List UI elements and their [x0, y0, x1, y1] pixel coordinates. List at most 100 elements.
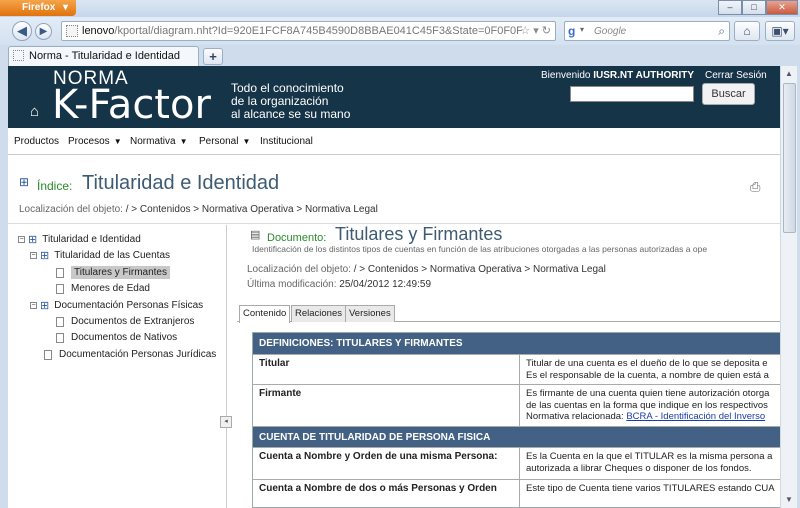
maximize-button[interactable]: □: [742, 0, 766, 15]
back-button[interactable]: ◀: [12, 21, 32, 41]
caret-down-icon: ▼: [242, 137, 251, 146]
site-search-input[interactable]: [570, 86, 694, 102]
home-button[interactable]: ⌂: [734, 21, 760, 41]
home-icon[interactable]: ⌂: [30, 103, 39, 120]
vertical-scrollbar[interactable]: ▲ ▼: [780, 66, 797, 508]
firefox-menu-button[interactable]: Firefox ▾: [0, 0, 76, 16]
url-bar[interactable]: lenovo/kportal/diagram.nht?Id=920E1FCF8A…: [61, 21, 556, 41]
search-icon[interactable]: ⌕: [718, 24, 725, 39]
related-link[interactable]: BCRA - Identificación del Inverso: [626, 411, 765, 422]
bookmarks-menu-button[interactable]: ▣▾: [765, 21, 795, 41]
tree-node[interactable]: Menores de Edad: [56, 283, 150, 294]
folder-tree-icon: ⊞: [40, 300, 50, 312]
menu-label: Normativa: [130, 136, 176, 147]
menu-label: Productos: [14, 136, 60, 147]
row-text-line: Es firmante de una cuenta quien tiene au…: [526, 388, 770, 399]
close-window-button[interactable]: ✕: [766, 0, 798, 15]
menu-label: Personal: [199, 136, 239, 147]
breadcrumb-path[interactable]: / > Contenidos > Normativa Operativa > N…: [126, 204, 378, 215]
table-row: Firmante Es firmante de una cuenta quien…: [253, 384, 780, 426]
row-text: Este tipo de Cuenta tiene varios TITULAR…: [519, 480, 780, 507]
tree-node[interactable]: − ⊞ Documentación Personas Físicas: [30, 299, 203, 312]
last-modified-value: 25/04/2012 12:49:59: [339, 279, 432, 290]
tab-current[interactable]: Norma - Titularidad e Identidad: [8, 46, 199, 66]
document-label: Documento:: [267, 232, 327, 244]
related-label: Normativa relacionada:: [526, 411, 624, 422]
document-breadcrumb: Localización del objeto: / > Contenidos …: [247, 264, 606, 275]
tree-node-selected[interactable]: Titulares y Firmantes: [56, 266, 170, 279]
welcome-label: Bienvenido: [541, 70, 591, 81]
row-text-line: de las cuentas en la forma que indique e…: [526, 399, 768, 411]
scrollbar-thumb[interactable]: [783, 83, 796, 233]
tab-contenido[interactable]: Contenido: [239, 305, 291, 323]
row-text: Es firmante de una cuenta quien tiene au…: [519, 385, 780, 426]
breadcrumb-label: Localización del objeto:: [19, 204, 123, 215]
window-titlebar: Firefox ▾ – □ ✕: [0, 0, 800, 17]
tab-relaciones[interactable]: Relaciones: [291, 305, 346, 322]
url-path: /kportal/diagram.nht?Id=920E1FCF8A745B45…: [114, 25, 522, 37]
site-header: NORMA K-Factor ⌂ Todo el conocimiento de…: [8, 66, 780, 128]
tree-node-label: Titularidad de las Cuentas: [54, 250, 171, 261]
bookmark-star-icon[interactable]: ☆ ▾ ↻: [520, 24, 551, 37]
print-icon[interactable]: ⎙: [750, 179, 760, 195]
tree-node[interactable]: Documentación Personas Jurídicas: [44, 349, 216, 360]
menu-label: Institucional: [260, 136, 313, 147]
tab-title: Norma - Titularidad e Identidad: [29, 50, 181, 62]
tagline: Todo el conocimiento de la organización …: [231, 82, 431, 121]
row-text: Titular de una cuenta es el dueño de lo …: [519, 355, 780, 384]
row-label: Titular: [259, 358, 290, 369]
search-placeholder: Google: [594, 26, 627, 37]
section-header: CUENTA DE TITULARIDAD DE PERSONA FISICA: [253, 426, 780, 447]
bookmarks-icon: ▣▾: [771, 24, 789, 38]
menu-item-personal[interactable]: Personal ▼: [199, 136, 250, 147]
tree-node-label: Documentación Personas Jurídicas: [59, 349, 217, 360]
forward-arrow-icon: ▶: [39, 26, 48, 37]
tab-versiones[interactable]: Versiones: [345, 305, 395, 322]
document-icon: [44, 349, 52, 360]
tab-bar: Norma - Titularidad e Identidad +: [0, 45, 800, 66]
scroll-up-icon[interactable]: ▲: [781, 66, 797, 82]
document-icon: ▤: [250, 229, 261, 241]
back-arrow-icon: ◀: [17, 23, 27, 38]
row-text-line: Es la Cuenta en la que el TITULAR es la …: [526, 451, 773, 462]
menu-item-institucional[interactable]: Institucional: [260, 136, 313, 147]
menu-label: Procesos: [68, 136, 110, 147]
logout-link[interactable]: Cerrar Sesión: [705, 70, 767, 81]
tree-node-label: Documentación Personas Físicas: [54, 300, 204, 311]
content-table: DEFINICIONES: TITULARES Y FIRMANTES Titu…: [252, 332, 780, 508]
new-tab-button[interactable]: +: [203, 48, 223, 65]
tree-node[interactable]: − ⊞ Titularidad de las Cuentas: [30, 249, 170, 262]
collapse-icon[interactable]: −: [18, 236, 25, 243]
forward-button[interactable]: ▶: [35, 23, 52, 40]
page-favicon-icon: [13, 50, 24, 61]
document-description: Identificación de los distintos tipos de…: [252, 244, 708, 254]
url-host: lenovo: [82, 25, 115, 37]
table-row: Titular Titular de una cuenta es el dueñ…: [253, 354, 780, 384]
logo-kfactor[interactable]: K-Factor: [52, 82, 211, 128]
minimize-button[interactable]: –: [718, 0, 742, 15]
breadcrumb-path[interactable]: / > Contenidos > Normativa Operativa > N…: [354, 264, 606, 275]
tree-node[interactable]: − ⊞ Titularidad e Identidad: [18, 233, 141, 246]
collapse-icon[interactable]: −: [30, 252, 37, 259]
panel-splitter-handle[interactable]: ◂: [220, 416, 232, 428]
tree-node[interactable]: Documentos de Nativos: [56, 332, 177, 343]
row-label: Firmante: [259, 388, 302, 399]
web-page: NORMA K-Factor ⌂ Todo el conocimiento de…: [8, 66, 780, 508]
page-title: Titularidad e Identidad: [82, 172, 280, 194]
welcome-text: Bienvenido IUSR.NT AUTHORITY: [541, 70, 694, 81]
scroll-down-icon[interactable]: ▼: [781, 492, 797, 508]
main-menu: Productos Procesos ▼ Normativa ▼ Personal ▼…: [8, 128, 780, 155]
row-label: Cuenta a Nombre de dos o más Personas y …: [259, 483, 497, 494]
tree-node-label: Documentos de Nativos: [71, 332, 178, 343]
menu-item-productos[interactable]: Productos: [14, 136, 59, 147]
search-button[interactable]: Buscar: [702, 83, 755, 105]
tree-node[interactable]: Documentos de Extranjeros: [56, 316, 194, 327]
document-icon: [56, 283, 64, 294]
search-bar[interactable]: g ▾ Google ⌕: [564, 21, 730, 41]
menu-item-procesos[interactable]: Procesos ▼: [68, 136, 122, 147]
collapse-icon[interactable]: −: [30, 302, 37, 309]
row-text: Es la Cuenta en la que el TITULAR es la …: [519, 448, 780, 479]
tree-node-label: Titularidad e Identidad: [42, 234, 141, 245]
menu-item-normativa[interactable]: Normativa ▼: [130, 136, 188, 147]
google-icon: g: [568, 24, 576, 38]
